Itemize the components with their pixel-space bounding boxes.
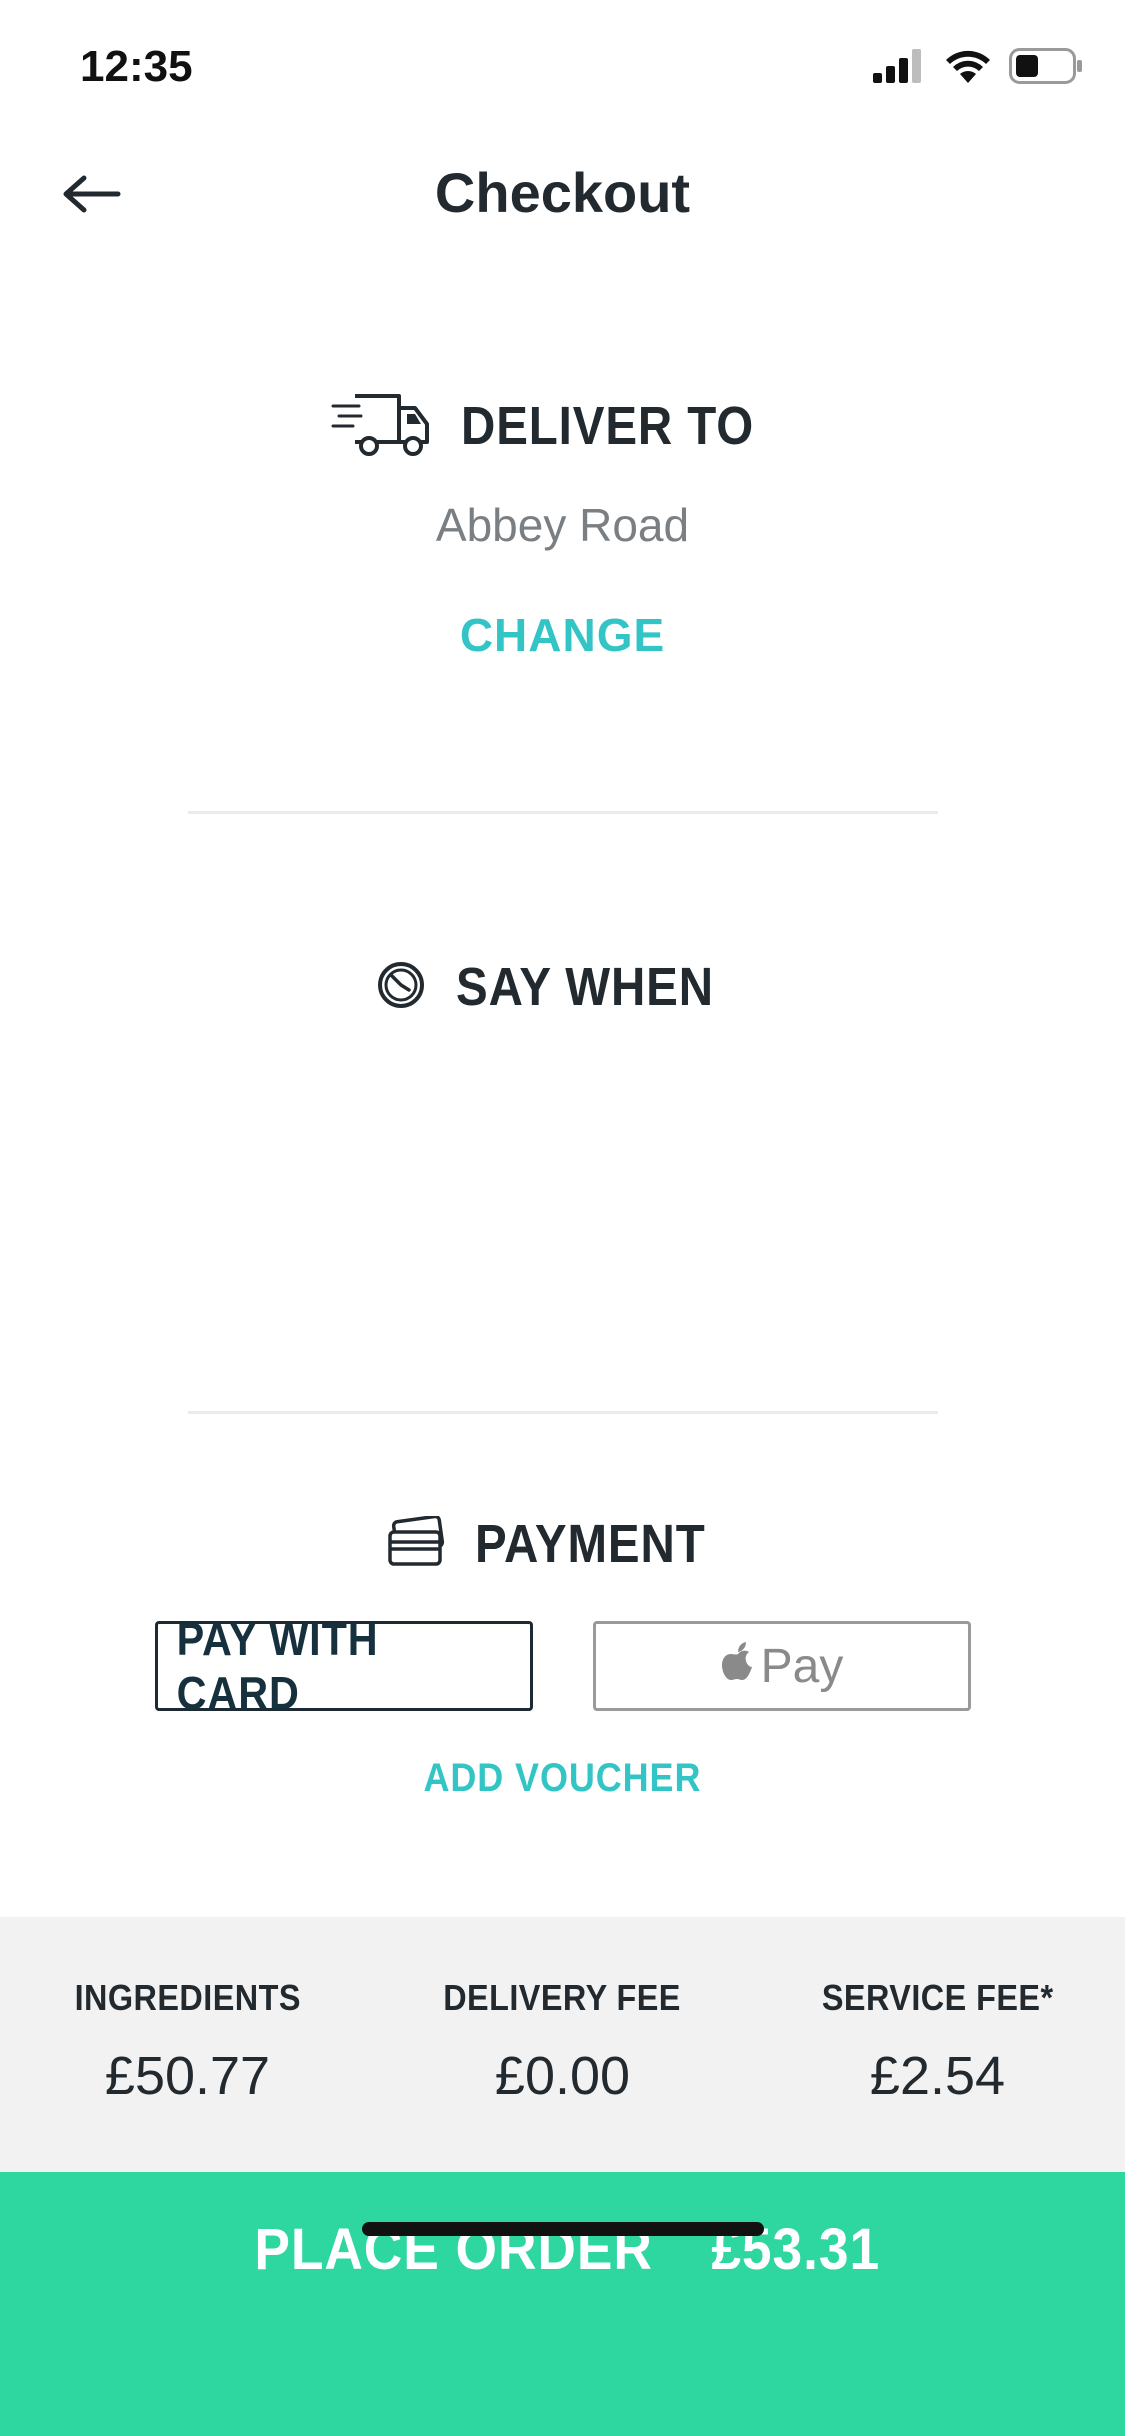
summary-label: INGREDIENTS [74,1977,301,2018]
deliver-to-header: DELIVER TO [0,390,1125,461]
order-summary: INGREDIENTS £50.77 DELIVERY FEE £0.00 SE… [0,1917,1125,2172]
page-title: Checkout [434,161,691,224]
change-address-label: CHANGE [459,609,666,661]
summary-value: £0.00 [494,2046,631,2106]
summary-value: £2.54 [869,2046,1006,2106]
payment-title: PAYMENT [475,1514,707,1574]
delivery-truck-icon [331,390,431,461]
add-voucher-label: ADD VOUCHER [423,1756,702,1800]
delivery-address: Abbey Road [435,499,690,551]
summary-label: DELIVERY FEE [443,1977,682,2018]
say-when-title: SAY WHEN [455,957,714,1017]
say-when-header: SAY WHEN [0,956,1125,1018]
status-icons [873,48,1083,89]
clock-icon [376,960,426,1015]
status-bar: 12:35 [0,0,1125,140]
home-indicator [362,2222,764,2236]
divider [188,811,938,814]
summary-ingredients: INGREDIENTS £50.77 [0,1977,375,2107]
deliver-to-title: DELIVER TO [460,395,755,456]
apple-pay-label: Pay [760,1639,844,1693]
payment-header: PAYMENT [0,1513,1125,1575]
apple-pay-button[interactable]: Pay [593,1621,971,1711]
battery-icon [1009,48,1083,89]
summary-label: SERVICE FEE* [821,1977,1054,2018]
summary-value: £50.77 [104,2046,271,2106]
signal-icon [873,49,927,88]
wifi-icon [945,49,991,88]
divider [188,1411,938,1414]
apple-icon [721,1639,755,1694]
nav-bar: Checkout [0,140,1125,250]
summary-delivery-fee: DELIVERY FEE £0.00 [375,1977,750,2107]
pay-with-card-label: PAY WITH CARD [176,1613,379,1719]
status-time: 12:35 [80,42,193,91]
credit-card-icon [387,1514,445,1573]
change-address-link[interactable]: CHANGE [0,608,1125,662]
pay-with-card-button[interactable]: PAY WITH CARD [155,1613,533,1719]
add-voucher-link[interactable]: ADD VOUCHER [0,1756,1125,1801]
summary-service-fee: SERVICE FEE* £2.54 [750,1977,1125,2107]
place-order-button[interactable]: PLACE ORDER £53.31 [0,2172,1125,2436]
